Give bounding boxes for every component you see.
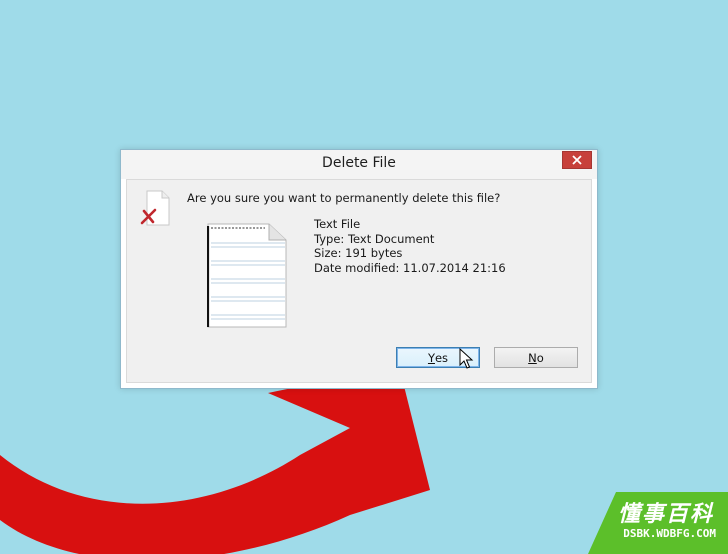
yes-mnemonic: Y — [427, 350, 435, 365]
file-name: Text File — [314, 217, 361, 231]
file-info: Text File Type: Text Document Size: 191 … — [314, 217, 506, 275]
close-icon — [572, 155, 582, 165]
no-button[interactable]: No — [494, 347, 578, 368]
text-file-thumbnail — [207, 223, 287, 328]
no-label: o — [536, 350, 544, 365]
confirm-question: Are you sure you want to permanently del… — [187, 191, 501, 205]
dialog-title: Delete File — [322, 155, 396, 171]
dialog-body: Are you sure you want to permanently del… — [126, 179, 592, 383]
delete-file-icon — [140, 190, 170, 226]
yes-label: es — [434, 350, 449, 365]
close-button[interactable] — [562, 151, 592, 169]
watermark: 懂事百科 DSBK.WDBFG.COM — [588, 492, 728, 554]
no-mnemonic: N — [528, 350, 537, 365]
title-bar: Delete File — [121, 150, 597, 179]
watermark-chinese: 懂事百科 — [618, 502, 715, 527]
file-size: Size: 191 bytes — [314, 246, 403, 260]
file-type: Type: Text Document — [314, 231, 435, 246]
file-date-modified: Date modified: 11.07.2014 21:16 — [314, 260, 506, 275]
watermark-site: DSBK.WDBFG.COM — [623, 527, 716, 540]
delete-file-dialog: Delete File Are you sure you want to per… — [120, 149, 598, 389]
mouse-cursor-icon — [459, 348, 474, 369]
